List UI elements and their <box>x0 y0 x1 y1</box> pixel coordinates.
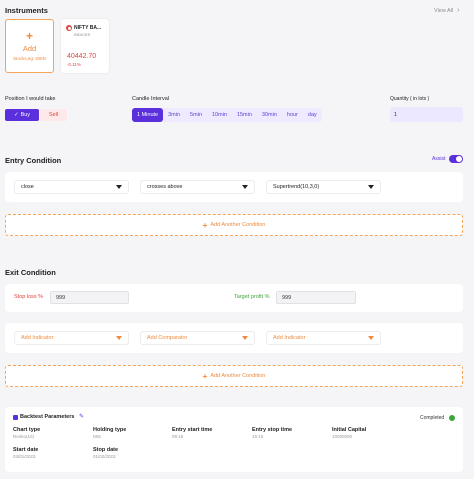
interval-3min[interactable]: 3min <box>163 108 185 122</box>
interval-10min[interactable]: 10min <box>207 108 232 122</box>
interval-15min[interactable]: 15min <box>232 108 257 122</box>
instrument-card-nifty[interactable]: NIFTY BA... INDICES 40442.70 -0.11% <box>61 19 109 73</box>
caret-down-icon <box>116 336 122 340</box>
backtest-icon <box>13 415 18 420</box>
entry-stop-field: Entry stop time 15:15 <box>252 427 292 439</box>
entry-stop-value: 15:15 <box>252 434 264 439</box>
entry-condition-title: Entry Condition <box>5 156 62 165</box>
chevron-right-icon: › <box>457 7 460 14</box>
entry-start-value: 09:16 <box>172 434 184 439</box>
interval-30min[interactable]: 30min <box>257 108 282 122</box>
instrument-change: -0.11% <box>67 62 81 67</box>
backtest-title: Backtest Parameters <box>20 414 75 420</box>
instrument-name: NIFTY BA... <box>74 25 102 31</box>
holding-type-label: Holding type <box>93 427 127 433</box>
exit-add-condition-label: Add Another Condition <box>210 373 266 379</box>
initial-capital-value: 10000000 <box>332 434 353 439</box>
holding-type-field: Holding type MIS <box>93 427 126 439</box>
caret-down-icon <box>368 185 374 189</box>
entry-comparator-value: crosses above <box>147 184 183 190</box>
exit-indicator-select[interactable]: Add Indicator <box>14 331 129 345</box>
exit-indicator-placeholder: Add Indicator <box>21 335 54 341</box>
instrument-price: 40442.70 <box>67 53 97 60</box>
caret-down-icon <box>368 336 374 340</box>
entry-indicator-value: close <box>21 184 34 190</box>
chart-type-label: Chart type <box>13 427 41 433</box>
entry-add-condition-label: Add Another Condition <box>210 222 266 228</box>
exit-indicator2-select[interactable]: Add Indicator <box>266 331 381 345</box>
entry-indicator-select[interactable]: close <box>14 180 129 194</box>
entry-comparator-select[interactable]: crosses above <box>140 180 255 194</box>
entry-start-field: Entry start time 09:16 <box>172 427 212 439</box>
check-icon: ✓ <box>13 112 19 118</box>
chart-type-field: Chart type Renko(10) <box>13 427 40 439</box>
candle-interval-group: 1 Minute 3min 5min 10min 15min 30min hou… <box>132 108 322 122</box>
chart-type-value: Renko(10) <box>13 434 35 439</box>
target-profit-label: Target profit % <box>234 294 270 300</box>
target-profit-input[interactable]: 999 <box>276 291 356 304</box>
assist-toggle[interactable] <box>449 155 463 163</box>
backtest-parameters-card: Backtest Parameters ✎ Completed Chart ty… <box>5 407 463 472</box>
exit-comparator-placeholder: Add Comparator <box>147 335 188 341</box>
instrument-type: INDICES <box>74 32 91 37</box>
buy-button[interactable]: ✓ Buy <box>5 109 39 121</box>
status-check-icon <box>449 415 455 421</box>
stop-loss-label: Stop loss % <box>14 294 44 300</box>
interval-day[interactable]: day <box>303 108 322 122</box>
instrument-icon <box>66 25 72 31</box>
candle-interval-label: Candle Interval <box>132 96 169 102</box>
interval-hour[interactable]: hour <box>282 108 303 122</box>
view-all-link[interactable]: View All › <box>434 7 460 14</box>
exit-condition-row: Add Indicator Add Comparator Add Indicat… <box>5 323 463 353</box>
start-date-value: 03/01/2023 <box>13 454 36 459</box>
view-all-label: View All <box>434 7 454 14</box>
quantity-label: Quantity ( in lots ) <box>390 96 430 102</box>
backtest-status: Completed <box>420 415 445 421</box>
assist-label: Assist <box>432 156 446 162</box>
buy-label: Buy <box>20 112 31 118</box>
exit-indicator2-placeholder: Add Indicator <box>273 335 306 341</box>
caret-down-icon <box>242 185 248 189</box>
instruments-title: Instruments <box>5 6 48 15</box>
entry-target-select[interactable]: Supertrend(10,3,0) <box>266 180 381 194</box>
entry-condition-row: close crosses above Supertrend(10,3,0) <box>5 172 463 202</box>
start-date-label: Start date <box>13 447 39 453</box>
entry-target-value: Supertrend(10,3,0) <box>273 184 320 190</box>
caret-down-icon <box>242 336 248 340</box>
plus-icon: + <box>202 371 208 381</box>
plus-icon: + <box>202 220 208 230</box>
quantity-input[interactable]: 1 <box>390 107 463 122</box>
sell-button[interactable]: Sell <box>40 109 67 121</box>
exit-targets-row: Stop loss % 999 Target profit % 999 <box>5 284 463 312</box>
exit-condition-title: Exit Condition <box>5 268 56 277</box>
interval-5min[interactable]: 5min <box>185 108 207 122</box>
stop-date-value: 01/02/2023 <box>93 454 116 459</box>
holding-type-value: MIS <box>93 434 102 439</box>
entry-add-condition-button[interactable]: + Add Another Condition <box>5 214 463 236</box>
exit-add-condition-button[interactable]: + Add Another Condition <box>5 365 463 387</box>
entry-start-label: Entry start time <box>172 427 213 433</box>
stop-loss-input[interactable]: 999 <box>50 291 129 304</box>
stop-date-field: Stop date 01/02/2023 <box>93 447 118 459</box>
pencil-icon[interactable]: ✎ <box>79 413 84 420</box>
stop-date-label: Stop date <box>93 447 119 453</box>
add-hint: Stocks,eg: SBIN <box>13 56 46 61</box>
initial-capital-field: Initial Capital 10000000 <box>332 427 366 439</box>
add-instrument-card[interactable]: + Add Stocks,eg: SBIN <box>5 19 54 73</box>
position-label: Position I would take <box>5 96 56 102</box>
entry-stop-label: Entry stop time <box>252 427 293 433</box>
initial-capital-label: Initial Capital <box>332 427 367 433</box>
plus-icon: + <box>25 29 33 43</box>
exit-comparator-select[interactable]: Add Comparator <box>140 331 255 345</box>
add-label: Add <box>22 44 37 53</box>
interval-1minute[interactable]: 1 Minute <box>132 108 164 122</box>
start-date-field: Start date 03/01/2023 <box>13 447 38 459</box>
caret-down-icon <box>116 185 122 189</box>
